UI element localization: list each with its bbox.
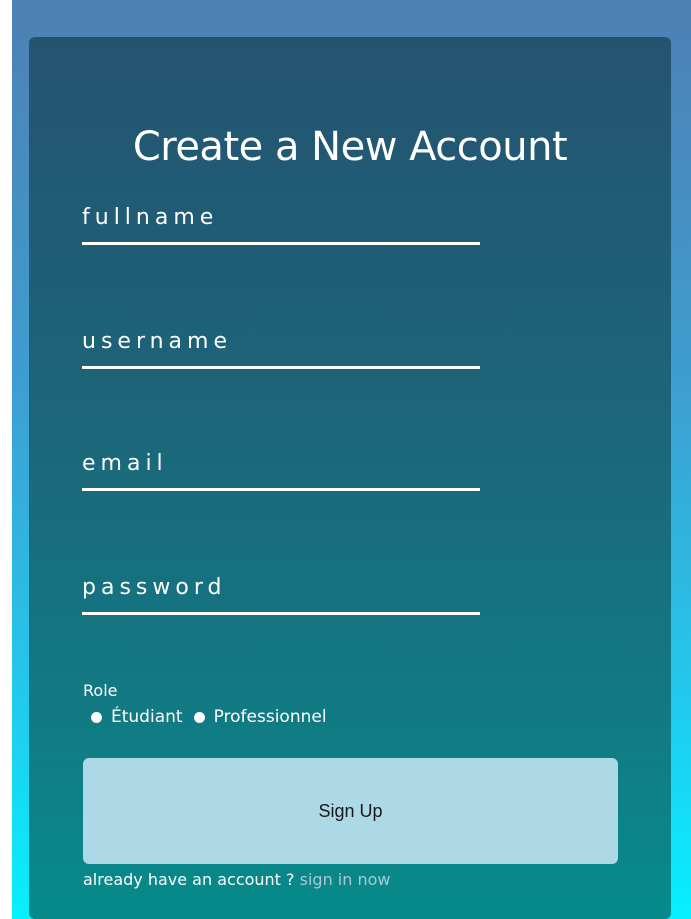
password-underline (82, 612, 480, 615)
role-radio-group: Étudiant Professionnel (91, 707, 338, 727)
radio-dot-icon[interactable] (193, 711, 205, 723)
username-input[interactable] (82, 324, 480, 358)
password-field (82, 570, 480, 615)
signup-card: Create a New Account Role Étudiant Profe… (29, 37, 671, 919)
sign-up-button[interactable]: Sign Up (83, 758, 618, 864)
username-underline (82, 366, 480, 369)
fullname-field (82, 200, 480, 245)
role-option-professionnel[interactable]: Professionnel (193, 707, 327, 727)
sign-in-link[interactable]: sign in now (300, 870, 391, 889)
role-option-etudiant-label: Étudiant (111, 707, 183, 727)
role-label: Role (83, 681, 118, 700)
role-option-etudiant[interactable]: Étudiant (91, 707, 183, 727)
radio-dot-icon[interactable] (91, 711, 102, 723)
role-option-professionnel-label: Professionnel (213, 707, 327, 727)
fullname-input[interactable] (82, 200, 480, 234)
signin-prompt: already have an account ? sign in now (83, 870, 390, 889)
email-underline (82, 488, 480, 491)
page-title: Create a New Account (132, 123, 568, 170)
email-field (82, 446, 480, 491)
email-input[interactable] (82, 446, 480, 480)
password-input[interactable] (82, 570, 480, 604)
username-field (82, 324, 480, 369)
signin-prompt-text: already have an account ? (83, 870, 295, 889)
fullname-underline (82, 242, 480, 245)
